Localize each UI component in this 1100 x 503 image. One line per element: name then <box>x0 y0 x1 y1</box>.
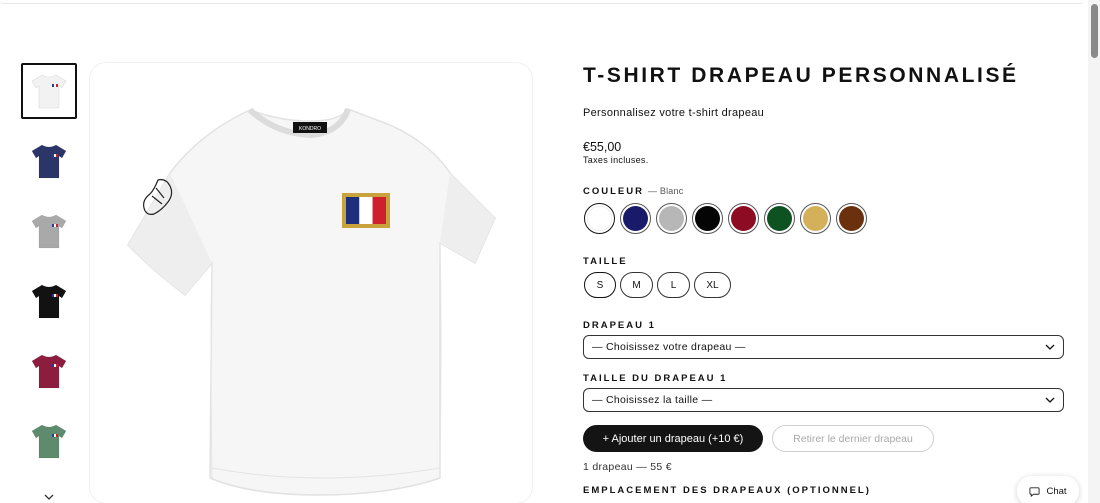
size-option-l[interactable]: L <box>657 272 690 298</box>
product-price: €55,00 <box>583 140 622 154</box>
color-label: COULEUR — Blanc <box>583 186 684 197</box>
color-swatch-marine[interactable] <box>620 203 651 234</box>
flag1-label: DRAPEAU 1 <box>583 320 656 331</box>
size-option-xl[interactable]: XL <box>694 272 731 298</box>
flag1-size-select[interactable]: — Choisissez la taille — <box>583 388 1064 412</box>
color-swatch-bordeaux[interactable] <box>728 203 759 234</box>
chevron-down-icon <box>1045 344 1055 350</box>
product-title: T-SHIRT DRAPEAU PERSONNALISÉ <box>583 64 1019 87</box>
flag1-select-value: — Choisissez votre drapeau — <box>592 341 746 353</box>
add-flag-button[interactable]: + Ajouter un drapeau (+10 €) <box>583 425 763 452</box>
product-subtitle: Personnalisez votre t-shirt drapeau <box>583 107 765 119</box>
flag1-select[interactable]: — Choisissez votre drapeau — <box>583 335 1064 359</box>
thumbnail-green[interactable] <box>21 413 77 469</box>
remove-flag-button[interactable]: Retirer le dernier drapeau <box>772 425 934 452</box>
header-divider <box>0 0 1084 4</box>
size-label: TAILLE <box>583 256 628 267</box>
chevron-down-icon[interactable] <box>44 492 54 502</box>
chat-button[interactable]: Chat <box>1017 476 1079 503</box>
size-option-s[interactable]: S <box>584 272 616 298</box>
scrollbar[interactable] <box>1088 0 1100 503</box>
thumbnail-gallery <box>21 63 77 483</box>
color-swatch-gris[interactable] <box>656 203 687 234</box>
chevron-down-icon <box>1045 397 1055 403</box>
flag-summary: 1 drapeau — 55 € <box>583 461 672 473</box>
size-options: S M L XL <box>584 272 731 298</box>
size-option-m[interactable]: M <box>620 272 653 298</box>
color-swatch-blanc[interactable] <box>584 203 615 234</box>
selected-color: — Blanc <box>647 186 684 196</box>
color-swatch-noir[interactable] <box>692 203 723 234</box>
thumbnail-burgundy[interactable] <box>21 343 77 399</box>
color-swatches <box>584 203 867 234</box>
chat-label: Chat <box>1046 485 1067 497</box>
color-swatch-vert[interactable] <box>764 203 795 234</box>
thumbnail-grey[interactable] <box>21 203 77 259</box>
scrollbar-thumb[interactable] <box>1091 4 1098 58</box>
color-swatch-marron[interactable] <box>836 203 867 234</box>
product-info: T-SHIRT DRAPEAU PERSONNALISÉ Personnalis… <box>583 62 1065 496</box>
flag-patch <box>342 193 390 228</box>
chat-icon <box>1029 486 1040 497</box>
thumbnail-white[interactable] <box>21 63 77 119</box>
flag1-size-label: TAILLE DU DRAPEAU 1 <box>583 373 728 384</box>
tax-note: Taxes incluses. <box>583 155 649 165</box>
thumbnail-navy[interactable] <box>21 133 77 189</box>
flag1-size-select-value: — Choisissez la taille — <box>592 394 713 406</box>
flag-placement-label: EMPLACEMENT DES DRAPEAUX (OPTIONNEL) <box>583 485 871 496</box>
color-swatch-sable[interactable] <box>800 203 831 234</box>
thumbnail-black[interactable] <box>21 273 77 329</box>
tshirt-label-text: KONDRO <box>299 126 321 132</box>
main-product-image[interactable]: KONDRO <box>90 63 532 503</box>
